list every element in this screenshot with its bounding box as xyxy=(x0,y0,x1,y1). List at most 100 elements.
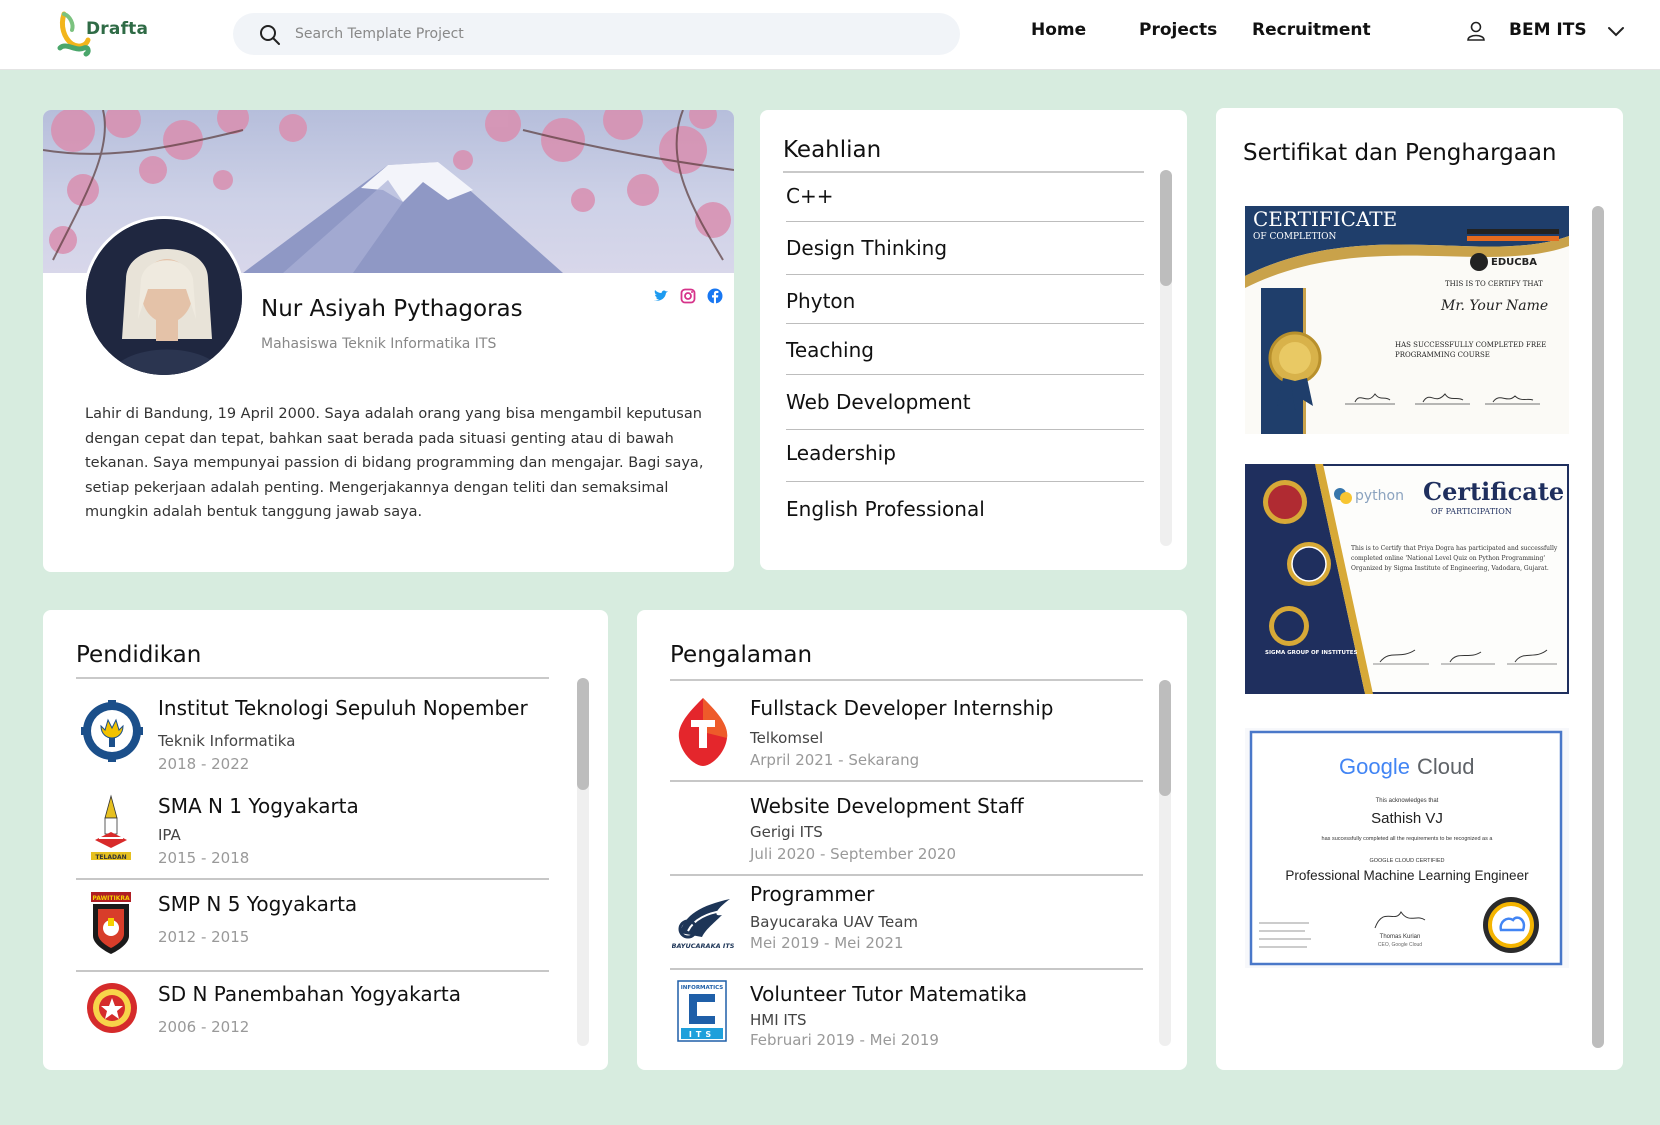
divider xyxy=(786,429,1144,430)
divider xyxy=(786,481,1144,482)
bayucaraka-logo-text: BAYUCARAKA ITS xyxy=(672,942,734,950)
experience-role: Programmer xyxy=(750,882,875,906)
instagram-icon[interactable] xyxy=(680,288,696,304)
divider xyxy=(783,171,1144,173)
user-name[interactable]: BEM ITS xyxy=(1509,20,1587,40)
certificate-python[interactable]: SIGMA GROUP OF INSTITUTES python Certifi… xyxy=(1245,464,1569,694)
cert-issuer: python xyxy=(1355,488,1404,504)
skill-item: Web Development xyxy=(786,390,971,414)
cert-title: Professional Machine Learning Engineer xyxy=(1285,868,1529,883)
cert-org: SIGMA GROUP OF INSTITUTES xyxy=(1265,650,1357,656)
skills-title: Keahlian xyxy=(783,137,882,163)
skill-item: Leadership xyxy=(786,441,896,465)
nav-link-projects[interactable]: Projects xyxy=(1139,20,1217,40)
experience-role: Website Development Staff xyxy=(750,794,1024,818)
experience-period: Arpril 2021 - Sekarang xyxy=(750,751,920,769)
experience-period: Februari 2019 - Mei 2019 xyxy=(750,1031,939,1049)
divider xyxy=(786,221,1144,222)
certificates-card: Sertifikat dan Penghargaan CERTIFICATE O… xyxy=(1216,108,1623,1070)
education-major: Teknik Informatika xyxy=(158,732,296,750)
user-icon[interactable] xyxy=(1465,20,1487,42)
scrollbar-thumb[interactable] xyxy=(1159,680,1171,796)
skills-card: Keahlian C++ Design Thinking Phyton Teac… xyxy=(760,110,1187,570)
certificate-image: SIGMA GROUP OF INSTITUTES python Certifi… xyxy=(1245,464,1569,694)
education-years: 2006 - 2012 xyxy=(158,1018,250,1036)
smp5-logo-text: PAWITIKRA xyxy=(92,895,130,902)
profile-name: Nur Asiyah Pythagoras xyxy=(261,296,523,322)
facebook-icon[interactable] xyxy=(707,288,723,304)
cert-subheading: OF COMPLETION xyxy=(1253,232,1337,242)
hmi-logo-text: INFORMATICS xyxy=(681,985,724,991)
sd-logo-icon xyxy=(87,983,137,1033)
experience-period: Juli 2020 - September 2020 xyxy=(750,845,957,863)
drafta-logo[interactable]: Drafta xyxy=(56,8,148,58)
search-input[interactable] xyxy=(295,13,895,55)
top-navbar: Drafta Home Projects Recruitment BEM ITS xyxy=(0,0,1660,70)
experience-card: Pengalaman Fullstack Developer Internshi… xyxy=(637,610,1187,1070)
cert-signer-title: CEO, Google Cloud xyxy=(1378,942,1422,948)
smp5-logo-icon: PAWITIKRA xyxy=(91,892,131,954)
certificate-educba[interactable]: CERTIFICATE OF COMPLETION EDUCBA THIS IS… xyxy=(1245,206,1569,434)
cert-heading: Certificate xyxy=(1423,477,1564,506)
scrollbar-thumb[interactable] xyxy=(1160,170,1172,286)
certificates-scrollbar[interactable] xyxy=(1592,206,1604,1048)
cert-line: THIS IS TO CERTIFY THAT xyxy=(1445,280,1543,288)
divider xyxy=(786,323,1144,324)
cert-subheading: OF PARTICIPATION xyxy=(1431,507,1512,516)
education-years: 2012 - 2015 xyxy=(158,928,250,946)
education-years: 2015 - 2018 xyxy=(158,849,250,867)
search-icon[interactable] xyxy=(259,24,281,46)
education-title: Pendidikan xyxy=(76,642,202,668)
skill-item: Phyton xyxy=(786,289,856,313)
hmi-logo-text: ITS xyxy=(689,1030,715,1039)
cert-line: has successfully completed all the requi… xyxy=(1322,836,1494,842)
experience-org: Bayucaraka UAV Team xyxy=(750,913,919,931)
education-name: SD N Panembahan Yogyakarta xyxy=(158,982,461,1006)
experience-period: Mei 2019 - Mei 2021 xyxy=(750,934,904,952)
experience-org: HMI ITS xyxy=(750,1011,807,1029)
cert-brand-cloud: Cloud xyxy=(1417,754,1474,779)
certificate-google-cloud[interactable]: Google Cloud This acknowledges that Sath… xyxy=(1245,728,1569,968)
twitter-icon[interactable] xyxy=(653,288,669,304)
skill-item: English Professional xyxy=(786,497,985,521)
scrollbar-thumb[interactable] xyxy=(1592,206,1604,1048)
certificate-image: Google Cloud This acknowledges that Sath… xyxy=(1245,728,1569,968)
cert-body: This is to Certify that Priya Dogra has … xyxy=(1351,545,1558,572)
profile-bio: Lahir di Bandung, 19 April 2000. Saya ad… xyxy=(85,406,704,520)
experience-scrollbar[interactable] xyxy=(1159,680,1171,1046)
nav-link-recruitment[interactable]: Recruitment xyxy=(1252,20,1371,40)
education-name: SMP N 5 Yogyakarta xyxy=(158,892,358,916)
sma1-logo-text: TELADAN xyxy=(95,854,126,861)
education-card: Pendidikan Institut Teknologi Sepuluh No… xyxy=(43,610,608,1070)
search-bar[interactable] xyxy=(233,13,960,55)
bayucaraka-logo-icon: BAYUCARAKA ITS xyxy=(672,899,734,950)
education-name: SMA N 1 Yogyakarta xyxy=(158,794,359,818)
divider xyxy=(670,968,1143,970)
cert-recipient: Sathish VJ xyxy=(1371,810,1443,827)
chevron-down-icon[interactable] xyxy=(1607,24,1625,38)
education-scrollbar[interactable] xyxy=(577,678,589,1046)
cert-ack: This acknowledges that xyxy=(1376,798,1439,804)
skill-item: C++ xyxy=(786,184,834,208)
divider xyxy=(786,274,1144,275)
profile-role: Mahasiswa Teknik Informatika ITS xyxy=(261,336,497,352)
skill-item: Design Thinking xyxy=(786,236,948,260)
its-logo-icon xyxy=(81,700,143,762)
cert-brand-google: Google xyxy=(1339,754,1410,779)
cert-signer: Thomas Kurian xyxy=(1380,934,1421,940)
scrollbar-thumb[interactable] xyxy=(577,678,589,790)
education-major: IPA xyxy=(158,826,181,844)
telkomsel-logo-icon xyxy=(678,698,728,766)
divider xyxy=(786,374,1144,375)
education-name: Institut Teknologi Sepuluh Nopember xyxy=(158,696,528,720)
hmi-its-logo-icon: INFORMATICS ITS xyxy=(677,980,727,1042)
skill-item: Teaching xyxy=(786,338,874,362)
skills-scrollbar[interactable] xyxy=(1160,170,1172,546)
experience-org: Gerigi ITS xyxy=(750,823,823,841)
divider xyxy=(76,878,549,880)
cert-line: PROGRAMMING COURSE xyxy=(1395,351,1490,359)
cert-line: HAS SUCCESSFULLY COMPLETED FREE xyxy=(1395,341,1546,349)
experience-role: Volunteer Tutor Matematika xyxy=(750,982,1028,1006)
nav-link-home[interactable]: Home xyxy=(1031,20,1086,40)
experience-org: Telkomsel xyxy=(750,729,824,747)
